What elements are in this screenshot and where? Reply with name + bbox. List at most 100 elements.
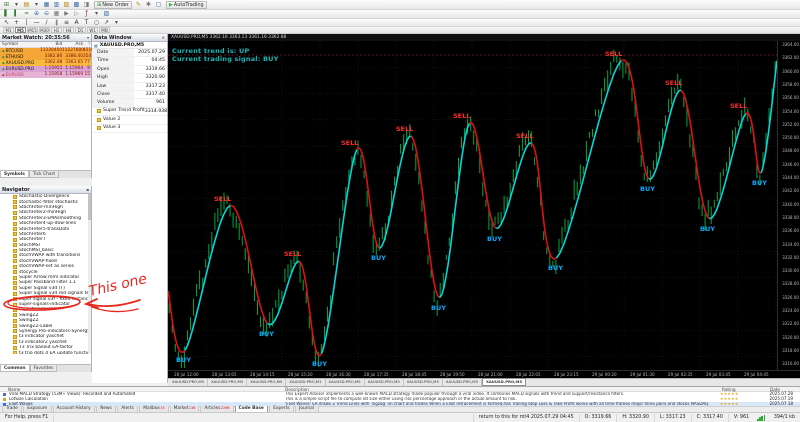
navigator-item[interactable]: Super Passband Filter 1.1 [0, 280, 88, 285]
tools-dropdown-icon[interactable]: ▾ [112, 19, 121, 27]
trendline-icon[interactable]: ∕ [42, 19, 51, 27]
market-watch-icon[interactable]: ▦ [42, 1, 51, 9]
fibonacci-icon[interactable]: ≡ [62, 19, 71, 27]
navigator-item[interactable]: Synergy Pro-indicators-Synergy_Pro_ [0, 329, 88, 334]
panel-menu-icon[interactable]: ▪ [86, 186, 89, 194]
new-order-button[interactable]: ⊞ New Order [94, 0, 132, 9]
status-segment: O: 3319.66 [578, 413, 617, 422]
panel-menu-icon[interactable]: ▾ [87, 34, 89, 42]
time-tick-label: 28 Jul 15:20 [288, 372, 313, 377]
cursor-icon[interactable]: ↖ [2, 19, 11, 27]
navigator-item[interactable]: stochVWAP with transitions [0, 253, 88, 258]
strategy-tester-icon[interactable]: ◨ [82, 1, 91, 9]
profiles-icon[interactable]: ▤ [22, 1, 31, 9]
navigator-item[interactable]: Super Signal v3d red signals test [0, 291, 88, 296]
new-chart-icon[interactable]: ⊞ [2, 1, 11, 9]
navigator-item[interactable]: t3 trio dots 4 EA update functions [0, 350, 88, 354]
chart-tab[interactable]: XAUUSD.PRO,M5 [482, 378, 526, 386]
fullscreen-icon[interactable]: ▢ [154, 1, 163, 9]
price-chart[interactable]: BUY SELL BUY SELL BUY SELL BUY SELL BUY SELL BUY SE… [167, 41, 778, 370]
indicators-icon[interactable]: ƒ [82, 10, 91, 18]
tile-windows-icon[interactable]: ▦ [52, 10, 61, 18]
time-tick-label: 28 Jul 13:05 [212, 372, 237, 377]
chart-tab[interactable]: XAUUSD.PRO,M5 [208, 379, 248, 386]
market-watch-tabs: Symbols Tick Chart [0, 170, 92, 178]
chart-shift-icon[interactable]: ▷ [72, 10, 81, 18]
shapes-icon[interactable]: ○ [92, 19, 101, 27]
text-icon[interactable]: A [72, 19, 81, 27]
timeframe-button[interactable]: W1 [87, 27, 98, 33]
navigator-scrollbar[interactable] [88, 194, 91, 354]
chart-tab[interactable]: XAUUSD.PRO,M1 [286, 379, 326, 386]
time-tick-label: 28 Jul 22:05 [516, 372, 541, 377]
market-watch-row[interactable]: ◆EURUSD 1.15958 1.15969 15 [0, 72, 91, 78]
timeframe-button[interactable]: M30 [39, 27, 50, 33]
chart-tab[interactable]: XAUUSD.PRO,M5 [326, 379, 365, 386]
market-watch-tab[interactable]: Tick Chart [28, 171, 60, 178]
navigator-item[interactable]: super signal v3f - fixed distance [0, 296, 88, 302]
svg-text:BUY: BUY [752, 179, 767, 187]
price-axis: 3364.00 3362.00 3360.00 3358.00 3356.00 3354.… [777, 41, 800, 370]
profiles-dropdown-icon[interactable]: ▾ [32, 1, 41, 9]
new-chart-dropdown-icon[interactable]: ▾ [12, 1, 21, 9]
price-tick-label: 3364.00 [782, 42, 799, 47]
crosshair-icon[interactable]: + [12, 19, 21, 27]
timeframe-button[interactable]: MN [99, 27, 110, 33]
navigator-item[interactable]: stochastic-filter stochastic [0, 199, 88, 205]
time-tick-label: 29 Jul 00:20 [592, 372, 617, 377]
price-tick-label: 3362.00 [782, 55, 799, 61]
metaeditor-icon[interactable]: ✎ [134, 1, 143, 9]
navigator-tab[interactable]: Favorites [29, 365, 58, 372]
chart-tab[interactable]: XAUUSD.PRO,M5 [404, 379, 443, 386]
symbol-trend-icon: ◆ [2, 49, 5, 53]
timeframe-button[interactable]: M15 [27, 27, 38, 33]
navigator-header: Navigator ▪ [0, 186, 91, 194]
terminal-icon[interactable]: ▩ [72, 1, 81, 9]
timeframe-button[interactable]: H1 [51, 27, 62, 33]
periods-dropdown-icon[interactable]: ▾ [92, 10, 101, 18]
line-chart-icon[interactable]: ≈ [22, 10, 31, 18]
bar-chart-icon[interactable]: ▌ [2, 10, 11, 18]
options-icon[interactable]: ✱ [144, 1, 153, 9]
zoom-out-icon[interactable]: ⊖ [42, 10, 51, 18]
navigator-item[interactable]: StochFilter4-up-dow-lines [0, 221, 88, 226]
data-window-icon[interactable]: ▥ [52, 1, 61, 9]
price-tick-label: 3358.00 [782, 81, 799, 87]
chart-tab[interactable]: XAUUSD.PRO,M5 [247, 379, 287, 386]
arrow-tool-icon[interactable]: ↗ [102, 19, 111, 27]
data-window-instrument: ▦ XAUUSD.PRO,M5 [92, 42, 167, 49]
svg-text:BUY: BUY [431, 304, 446, 312]
svg-text:BUY: BUY [371, 254, 386, 262]
timeframe-button[interactable]: D1 [75, 27, 86, 33]
price-tick-label: 3338.00 [782, 214, 799, 220]
channel-icon[interactable]: ∥ [52, 19, 61, 27]
navigator-panel: Navigator ▪ Stochastic-Divergence stocha… [0, 186, 92, 364]
chart-tab[interactable]: XAUUSD.PRO,M5 [365, 379, 404, 386]
autotrading-button[interactable]: ▶ AutoTrading [165, 0, 207, 9]
navigator-tab[interactable]: Common [0, 365, 30, 372]
vertical-line-icon[interactable]: | [22, 19, 31, 27]
templates-icon[interactable]: ▨ [102, 10, 111, 18]
indicator-icon [13, 297, 17, 302]
navigator-item[interactable]: Super Arrow mml indicator [0, 275, 88, 280]
candlestick-icon[interactable]: ▍ [12, 10, 21, 18]
price-tick-label: 3318.00 [782, 347, 799, 353]
navigator-item[interactable]: StochFilter3-EMAsmoothing [0, 216, 88, 221]
auto-scroll-icon[interactable]: ▶ [62, 10, 71, 18]
svg-text:SELL: SELL [214, 195, 231, 203]
indicator-icon [13, 227, 17, 232]
market-watch-tab[interactable]: Symbols [0, 171, 29, 178]
svg-text:SELL: SELL [605, 50, 622, 58]
timeframe-button[interactable]: M5 [15, 27, 26, 33]
label-icon[interactable]: T [82, 19, 91, 27]
navigator-icon[interactable]: ▧ [62, 1, 71, 9]
zoom-in-icon[interactable]: ⊕ [32, 10, 41, 18]
chart-tab[interactable]: XAUUSD.PRO,M5 [443, 379, 482, 386]
timeframe-button[interactable]: H4 [63, 27, 74, 33]
svg-text:SELL: SELL [665, 79, 682, 87]
indicator-icon [13, 318, 17, 323]
close-icon[interactable]: × [162, 34, 165, 42]
horizontal-line-icon[interactable]: — [32, 19, 41, 27]
timeframe-button[interactable]: M1 [3, 27, 14, 33]
chart-tab[interactable]: XAUUSD.PRO,M5 [169, 379, 209, 386]
